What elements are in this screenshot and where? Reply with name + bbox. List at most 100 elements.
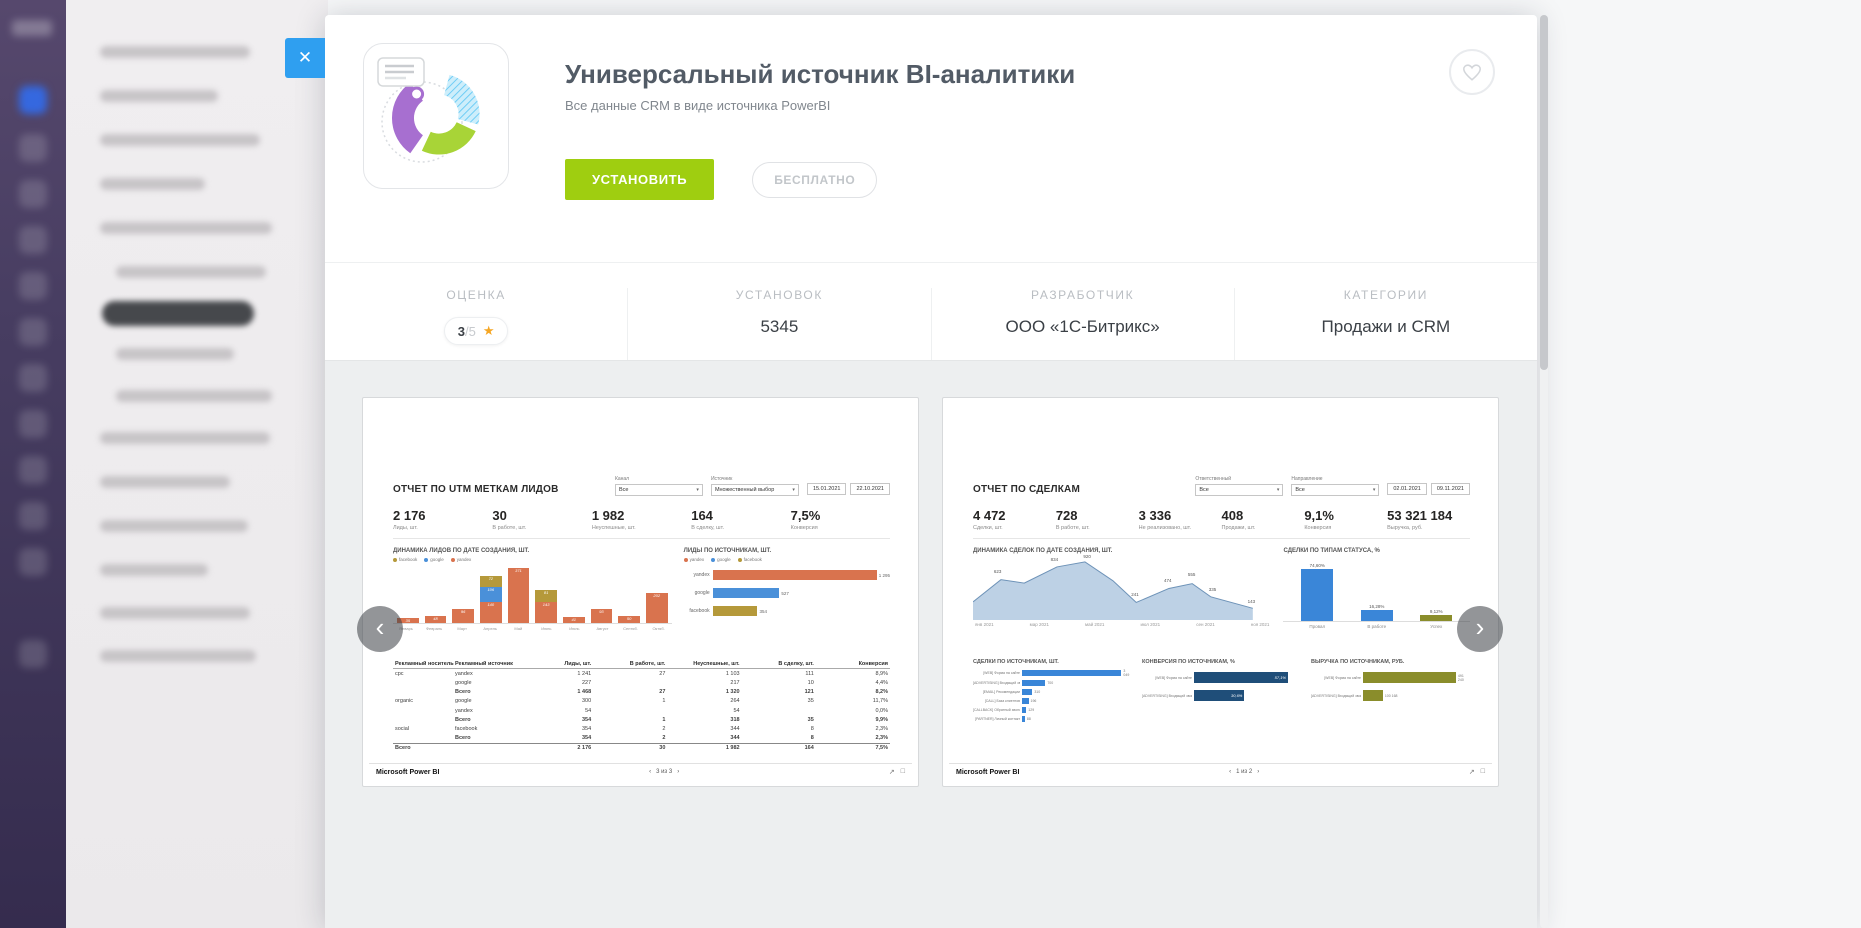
- table-cell: 27: [591, 689, 665, 695]
- favorite-button[interactable]: [1449, 49, 1495, 95]
- table-cell: 1 103: [665, 671, 739, 677]
- rail-icon: [19, 640, 47, 668]
- hbar-row: google 527: [684, 588, 890, 598]
- hbar-value: 196: [1031, 699, 1037, 703]
- fullscreen-icon: □: [1481, 768, 1485, 776]
- stat-label: КАТЕГОРИИ: [1235, 288, 1537, 302]
- screenshot-card-1[interactable]: ОТЧЕТ ПО UTM МЕТКАМ ЛИДОВ Канал Все ▾ Ис: [362, 397, 919, 787]
- table-row: 408Продажи, шт.: [1221, 508, 1304, 531]
- rail-icon: [19, 318, 47, 346]
- table-cell: [591, 708, 665, 714]
- app-detail-modal: ✕ Униве: [325, 15, 1537, 928]
- date-from: 15.01.2021: [807, 483, 847, 495]
- table-cell: 27: [591, 671, 665, 677]
- table-cell: 164: [691, 508, 790, 523]
- hbar-row: [ADVERTISING] Входящий звонок 700: [973, 680, 1132, 686]
- leads-table: Рекламный носительРекламный источникЛиды…: [393, 659, 890, 753]
- table-cell: 4 472: [973, 508, 1056, 523]
- table-cell: 35: [740, 717, 814, 723]
- table-row: 1 982Неуспешные, шт.: [592, 508, 691, 531]
- table-row: июл 2021: [1140, 622, 1160, 627]
- table-row: facebook: [393, 557, 417, 562]
- hbar-value: 129: [1028, 708, 1034, 712]
- table-cell: 54: [517, 708, 591, 714]
- table-row: Февраль: [423, 626, 445, 631]
- table-cell: [395, 717, 455, 723]
- hbar: 30,6%: [1194, 690, 1244, 701]
- table-row: 7,5%Конверсия: [791, 508, 890, 531]
- rail-icon: [19, 226, 47, 254]
- rating-total: /5: [465, 324, 476, 339]
- table-row: yandex54540,0%: [393, 706, 890, 715]
- table-row: Октяб.: [648, 626, 670, 631]
- carousel-next-button[interactable]: ›: [1457, 606, 1503, 652]
- table-cell: social: [395, 726, 455, 732]
- table-cell: 7,5%: [791, 508, 890, 523]
- hbar-row: [CALLBACK] Обратный звонок 129: [973, 707, 1132, 713]
- scrollbar-thumb[interactable]: [1540, 15, 1548, 370]
- category-link[interactable]: Продажи и CRM: [1235, 317, 1537, 337]
- bar-segment: 48: [425, 616, 447, 623]
- table-row: сен 2021: [1196, 622, 1215, 627]
- area-chart: 623 834 920 241 474 555 335 143: [973, 554, 1271, 620]
- column-bar: [1361, 610, 1393, 621]
- table-cell: yandex: [455, 708, 517, 714]
- powerbi-footer: Microsoft Power BI ‹ 3 из 3 › ↗ □: [369, 763, 912, 780]
- table-cell: [455, 745, 517, 751]
- filter-value: Все: [1199, 487, 1208, 493]
- app-info: Универсальный источник BI-аналитики Все …: [565, 43, 1499, 200]
- hbar-row: [PARTNER] Личный контакт 88: [973, 716, 1132, 722]
- table-row: Май: [507, 626, 529, 631]
- table-cell: В работе, шт.: [1056, 525, 1139, 531]
- carousel-prev-button[interactable]: ‹: [357, 606, 403, 652]
- heart-icon: [1461, 62, 1483, 82]
- table-row: cpcyandex1 241271 1031118,9%: [393, 669, 890, 678]
- point-label: 555: [1188, 572, 1196, 577]
- table-cell: 2 176: [393, 508, 492, 523]
- x-axis-labels: янв 2021мар 2021май 2021июл 2021сен 2021…: [973, 622, 1271, 627]
- table-cell: [740, 708, 814, 714]
- stats-bar: ОЦЕНКА 3 /5 ★ УСТАНОВОК 5345 РАЗРАБОТЧИК…: [325, 262, 1537, 360]
- column-value: 9,12%: [1430, 609, 1443, 614]
- bar-column: 96: [452, 564, 474, 623]
- table-cell: Сделки, шт.: [973, 525, 1056, 531]
- filter-value: Множественный выбор: [715, 487, 774, 493]
- table-row: google227217104,4%: [393, 678, 890, 687]
- footer-icons: ↗ □: [1469, 768, 1485, 776]
- hbar: [1022, 698, 1029, 704]
- hbar-value: 3 049: [1123, 669, 1132, 677]
- filter-source: Источник Множественный выбор ▾: [711, 476, 799, 496]
- table-body: cpcyandex1 241271 1031118,9%google227217…: [393, 669, 890, 753]
- table-row: 9,1%Конверсия: [1304, 508, 1387, 531]
- screenshot-card-2[interactable]: ОТЧЕТ ПО СДЕЛКАМ Ответственный Все ▾ Нап: [942, 397, 1499, 787]
- close-button[interactable]: ✕: [285, 38, 325, 78]
- date-range: 02.01.2021 09.11.2021: [1387, 476, 1470, 496]
- stat-installs: УСТАНОВОК 5345: [627, 288, 930, 360]
- table-cell: [591, 680, 665, 686]
- chevron-down-icon: ▾: [792, 487, 795, 493]
- chart-title: ВЫРУЧКА ПО ИСТОЧНИКАМ, РУБ.: [1311, 659, 1470, 665]
- stat-developer: РАЗРАБОТЧИК ООО «1С-Битрикс»: [931, 288, 1234, 360]
- hbar-label: [PARTNER] Личный контакт: [973, 717, 1020, 721]
- chart-title: СДЕЛКИ ПО ИСТОЧНИКАМ, ШТ.: [973, 659, 1132, 665]
- chart-legend: facebookgoogleyandex: [393, 557, 672, 562]
- category-label: Успех: [1413, 624, 1461, 629]
- install-button[interactable]: УСТАНОВИТЬ: [565, 159, 714, 200]
- table-cell: 2,3%: [814, 726, 888, 732]
- stat-rating: ОЦЕНКА 3 /5 ★: [325, 288, 627, 360]
- table-cell: В работе, шт.: [492, 525, 591, 531]
- menu-item-blurred: [100, 222, 272, 234]
- report-title: ОТЧЕТ ПО СДЕЛКАМ: [973, 476, 1080, 495]
- report-header: ОТЧЕТ ПО СДЕЛКАМ Ответственный Все ▾ Нап: [973, 476, 1470, 496]
- bar-segment: 202: [646, 593, 668, 623]
- status-column: 9,12%: [1413, 562, 1461, 621]
- chart-legend: yandexgooglefacebook: [684, 557, 890, 562]
- powerbi-report-deals: ОТЧЕТ ПО СДЕЛКАМ Ответственный Все ▾ Нап: [943, 398, 1498, 786]
- hbar: [713, 606, 758, 616]
- hbar: [1022, 670, 1121, 676]
- table-cell: В сделку, шт.: [740, 661, 814, 667]
- report-header: ОТЧЕТ ПО UTM МЕТКАМ ЛИДОВ Канал Все ▾ Ис: [393, 476, 890, 496]
- table-cell: 1 982: [592, 508, 691, 523]
- menu-item-blurred: [100, 520, 248, 532]
- table-row: google: [424, 557, 444, 562]
